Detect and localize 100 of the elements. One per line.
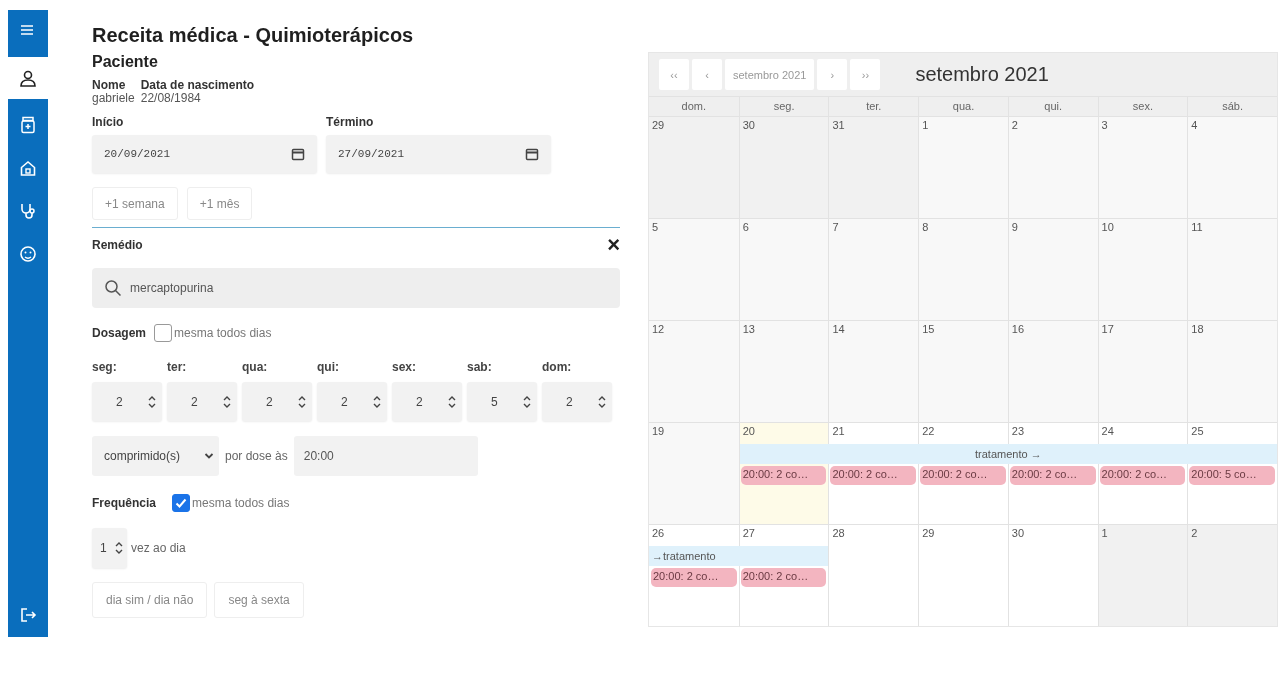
day-number: 15 [922,323,935,335]
stepper-icon [298,395,306,408]
stethoscope-icon [19,202,37,220]
dose-event[interactable]: 20:00: 2 co… [740,466,827,485]
weekday-header: seg. [738,97,829,116]
field-value: 22/08/1984 [140,92,202,105]
day-number: 19 [652,425,665,437]
day-number: 30 [1011,527,1025,539]
day-cell[interactable]: 1 [918,117,1008,218]
close-button[interactable]: × [607,236,620,254]
number-field[interactable]: 2 [317,382,387,421]
number-field[interactable]: 1 [92,528,127,568]
day-cell[interactable]: 7 [828,219,919,320]
day-cell[interactable]: 1 [1097,525,1188,626]
day-cell[interactable]: 2 [1007,117,1098,218]
calendar-icon [291,147,305,161]
day-cell[interactable]: 10 [1097,219,1188,320]
day-cell[interactable]: 9 [1007,219,1098,320]
number-field[interactable]: 5 [467,382,537,421]
dose-event[interactable]: 20:00: 5 co… [1189,466,1275,485]
day-cell[interactable]: 17 [1097,321,1188,422]
day-number: 29 [922,527,935,539]
pattern-button[interactable]: seg à sexta [214,582,304,618]
unit-dropdown[interactable]: comprimido(s) [92,436,219,476]
date-field[interactable]: 20/09/2021 [92,135,317,173]
day-cell[interactable]: 18 [1187,321,1277,422]
day-number: 30 [742,119,755,131]
field-label: dom: [542,360,573,374]
field-label: qua: [242,360,269,374]
add-period-button[interactable]: +1 mês [186,187,253,220]
day-number: 1 [922,119,929,131]
dose-event[interactable]: 20:00: 2 co… [740,568,827,587]
day-number: 9 [1011,221,1018,233]
day-cell[interactable]: 6 [738,219,829,320]
day-number: 12 [652,323,665,335]
day-cell[interactable]: 8 [918,219,1008,320]
number-field[interactable]: 2 [167,382,237,421]
day-number: 27 [742,527,755,539]
field-label: Término [326,115,375,129]
day-cell[interactable]: 4 [1187,117,1277,218]
weekday-header: qua. [918,97,1008,116]
field-label: Frequência [92,496,157,510]
number-field[interactable]: 2 [92,382,162,421]
checkbox[interactable] [154,324,173,342]
treatment-event[interactable]: →tratamento [649,546,829,566]
day-number: 16 [1011,323,1025,335]
add-period-button[interactable]: +1 semana [92,187,178,220]
date-field[interactable]: 27/09/2021 [326,135,551,173]
day-cell[interactable]: 31 [828,117,919,218]
field-label: seg: [92,360,118,374]
field-label: Dosagem [92,326,147,340]
day-cell[interactable]: 13 [738,321,829,422]
day-cell[interactable]: 16 [1007,321,1098,422]
time-field[interactable]: 20:00 [293,436,478,476]
field-label: ter: [167,360,188,374]
day-number: 24 [1101,425,1114,437]
day-cell[interactable]: 11 [1187,219,1277,320]
treatment-event[interactable]: tratamento → [739,444,1277,464]
day-cell[interactable]: 15 [918,321,1008,422]
day-number: 14 [832,323,845,335]
day-number: 1 [1101,527,1108,539]
dose-event[interactable]: 20:00: 2 co… [651,568,737,587]
day-number: 25 [1191,425,1204,437]
day-number: 21 [832,425,845,437]
day-number: 3 [1101,119,1108,131]
field-label: Remédio [92,238,143,252]
stepper-icon [523,395,531,408]
day-cell[interactable]: 30 [738,117,829,218]
dose-event[interactable]: 20:00: 2 co… [830,466,917,485]
checkbox[interactable] [172,494,191,512]
day-number: 26 [652,527,665,539]
dose-event[interactable]: 20:00: 2 co… [1009,466,1096,485]
page-title: Receita médica - Quimioterápicos [92,24,415,47]
day-number: 7 [832,221,839,233]
stepper-icon [115,542,123,554]
day-cell[interactable]: 12 [649,321,739,422]
day-cell[interactable]: 29 [649,117,739,218]
weekday-header: dom. [680,99,708,114]
day-cell[interactable]: 14 [828,321,919,422]
day-cell[interactable]: 2 [1187,525,1277,626]
dose-event[interactable]: 20:00: 2 co… [920,466,1006,485]
search-field[interactable]: mercaptopurina [92,268,620,308]
day-number: 5 [652,221,659,233]
number-field[interactable]: 2 [542,382,612,421]
number-field[interactable]: 2 [242,382,312,421]
dose-event[interactable]: 20:00: 2 co… [1099,466,1186,485]
day-cell[interactable]: 5 [649,219,739,320]
day-cell[interactable]: 3 [1097,117,1188,218]
pattern-button[interactable]: dia sim / dia não [92,582,208,618]
chevron-down-icon [204,452,214,460]
stepper-icon [223,395,231,408]
logout-icon [19,606,37,624]
weekday-header: sáb. [1187,97,1277,116]
day-number: 31 [832,119,845,131]
checkbox-label: mesma todos dias [174,326,272,340]
number-field[interactable]: 2 [392,382,462,421]
field-label: Data de nascimento [140,78,255,92]
day-cell[interactable]: 19 [649,423,739,524]
stepper-icon [373,395,381,408]
section-title: Paciente [92,53,159,71]
